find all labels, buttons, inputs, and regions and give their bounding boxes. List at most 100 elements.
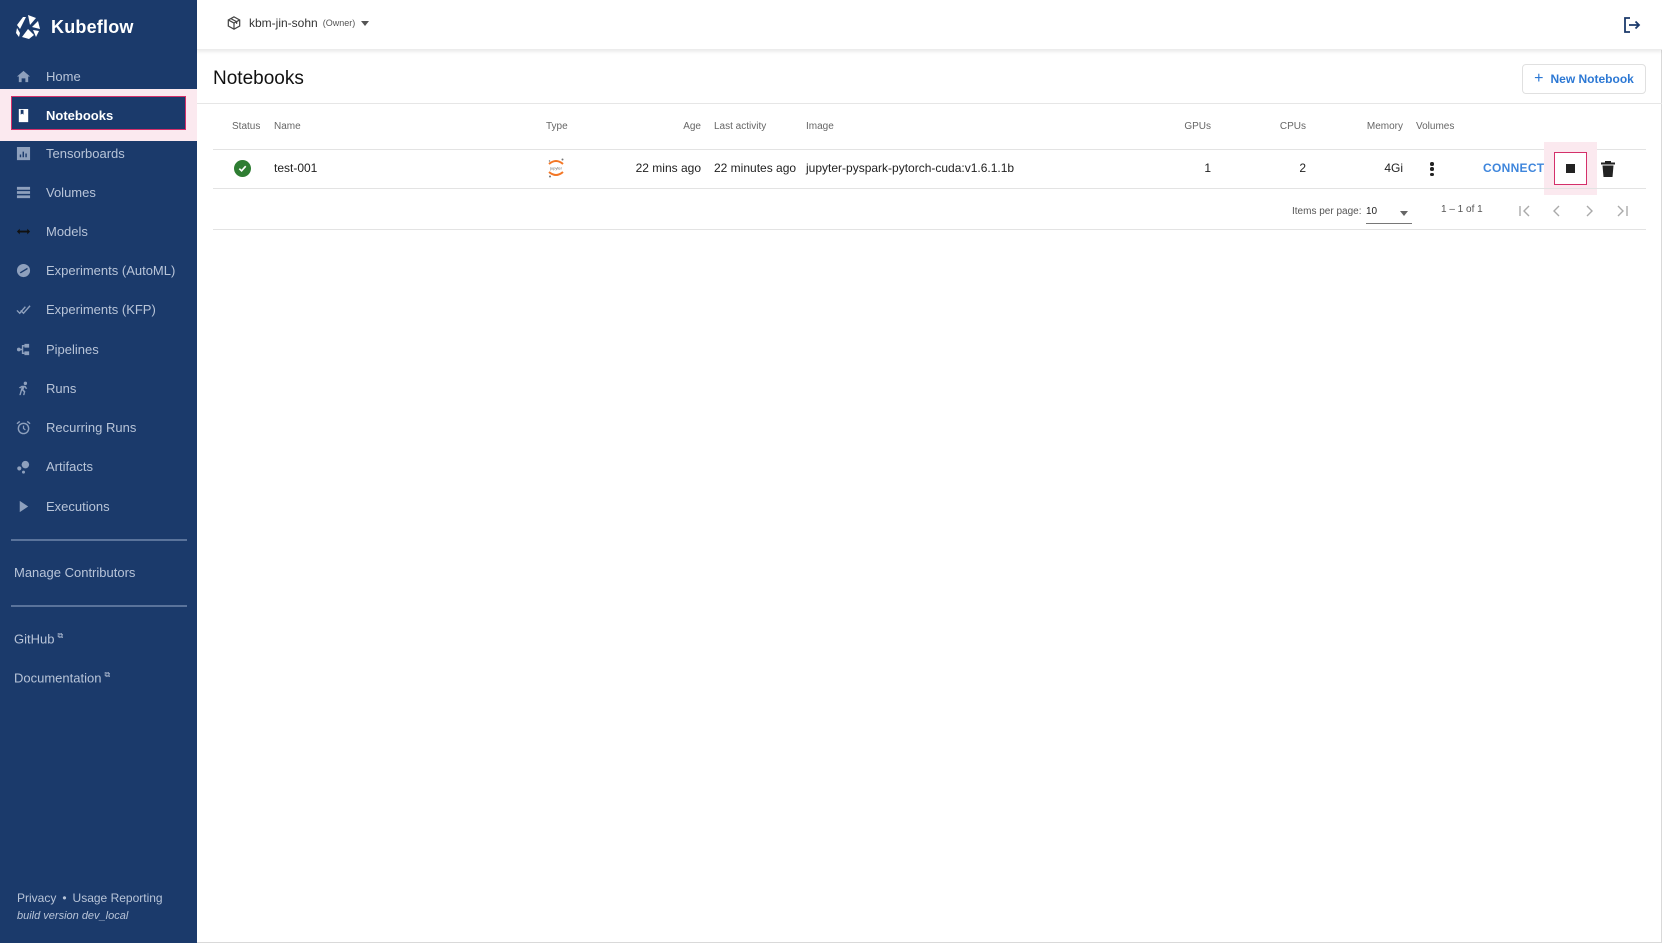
title-divider <box>197 103 1662 104</box>
first-page-icon <box>1519 205 1530 217</box>
separator-dot: • <box>62 891 67 905</box>
notebook-icon <box>15 107 31 123</box>
last-page-button[interactable] <box>1611 200 1633 222</box>
home-icon <box>15 69 31 85</box>
more-vert-icon-dot <box>1430 172 1434 176</box>
sidebar-item-recurring-runs[interactable]: Recurring Runs <box>0 408 197 447</box>
items-per-page-value: 10 <box>1366 206 1378 217</box>
column-header-volumes[interactable]: Volumes <box>1416 121 1454 132</box>
delete-button[interactable] <box>1600 160 1616 178</box>
chevron-right-icon <box>1586 205 1593 217</box>
sidebar-item-executions[interactable]: Executions <box>0 487 197 526</box>
build-version: build version dev_local <box>17 910 129 922</box>
sidebar-item-models[interactable]: Models <box>0 212 197 251</box>
sidebar-item-label: Runs <box>46 381 77 396</box>
column-header-memory[interactable]: Memory <box>1343 121 1403 132</box>
column-header-age[interactable]: Age <box>651 121 701 132</box>
column-header-cpus[interactable]: CPUs <box>1256 121 1306 132</box>
logout-icon <box>1624 17 1641 33</box>
sidebar-item-label: Volumes <box>46 185 96 200</box>
external-link-icon: ⧉ <box>57 631 64 640</box>
column-header-image[interactable]: Image <box>806 121 834 132</box>
next-page-button[interactable] <box>1578 200 1600 222</box>
github-link[interactable]: GitHub ⧉ <box>14 631 63 646</box>
package-icon <box>227 16 241 30</box>
namespace-selector[interactable]: kbm-jin-sohn (Owner) <box>227 16 370 30</box>
volumes-more-button[interactable] <box>1425 159 1439 179</box>
chevron-left-icon <box>1553 205 1560 217</box>
svg-text:jupyter: jupyter <box>549 166 563 171</box>
sidebar-item-runs[interactable]: Runs <box>0 369 197 408</box>
sidebar: Kubeflow Home Notebooks Tensorboards Vol… <box>0 0 197 943</box>
running-person-icon <box>15 381 31 397</box>
sidebar-divider <box>11 605 187 607</box>
notebook-image: jupyter-pyspark-pytorch-cuda:v1.6.1.1b <box>806 161 1015 175</box>
sidebar-item-label: Home <box>46 69 81 84</box>
sidebar-item-label: Models <box>46 224 88 239</box>
table-divider <box>213 149 1646 150</box>
new-notebook-button[interactable]: + New Notebook <box>1522 64 1646 94</box>
notebook-name: test-001 <box>274 161 318 175</box>
connect-button[interactable]: CONNECT <box>1483 161 1544 175</box>
column-header-name[interactable]: Name <box>274 121 301 132</box>
footer-links: Privacy • Usage Reporting <box>17 891 163 905</box>
sidebar-item-label: Experiments (KFP) <box>46 302 156 317</box>
column-header-status[interactable]: Status <box>232 121 260 132</box>
more-vert-icon-dot <box>1430 167 1434 171</box>
page-range: 1 – 1 of 1 <box>1441 204 1483 215</box>
sidebar-divider <box>11 539 187 541</box>
documentation-link[interactable]: Documentation ⧉ <box>14 670 110 685</box>
more-vert-icon <box>1430 162 1434 166</box>
first-page-button[interactable] <box>1514 200 1536 222</box>
column-header-gpus[interactable]: GPUs <box>1161 121 1211 132</box>
sidebar-item-experiments-kfp[interactable]: Experiments (KFP) <box>0 290 197 329</box>
kubeflow-logo-icon <box>16 15 40 39</box>
previous-page-button[interactable] <box>1546 200 1568 222</box>
notebook-memory: 4Gi <box>1384 161 1403 175</box>
column-header-type[interactable]: Type <box>546 121 568 132</box>
sidebar-item-label: Experiments (AutoML) <box>46 263 176 278</box>
kubeflow-logo[interactable]: Kubeflow <box>14 13 134 41</box>
bubbles-icon <box>15 459 31 475</box>
notebook-gpus: 1 <box>1204 161 1211 175</box>
page-title: Notebooks <box>213 68 304 89</box>
app-frame <box>0 0 1662 943</box>
jupyter-icon: jupyter <box>548 158 564 178</box>
telescope-icon <box>15 263 31 279</box>
sidebar-item-tensorboards[interactable]: Tensorboards <box>0 134 197 173</box>
bar-chart-icon <box>15 146 31 162</box>
stop-icon <box>1566 164 1575 173</box>
documentation-link-label: Documentation <box>14 670 102 686</box>
items-per-page-select[interactable]: 10 <box>1366 202 1412 224</box>
sidebar-item-artifacts[interactable]: Artifacts <box>0 447 197 486</box>
top-bar: kbm-jin-sohn (Owner) <box>197 0 1662 50</box>
sidebar-item-label: Artifacts <box>46 459 93 474</box>
code-arrows-icon <box>15 224 31 240</box>
notebook-age: 22 mins ago <box>635 161 701 175</box>
chevron-down-icon <box>1400 211 1408 216</box>
github-link-label: GitHub <box>14 631 55 647</box>
namespace-name: kbm-jin-sohn <box>249 16 318 30</box>
alarm-clock-icon <box>15 420 31 436</box>
sidebar-item-label: Tensorboards <box>46 146 125 161</box>
double-check-icon <box>15 302 31 318</box>
plus-icon: + <box>1534 70 1544 87</box>
items-per-page-label: Items per page: <box>1292 206 1362 217</box>
sidebar-item-label: Notebooks <box>46 108 114 123</box>
stop-button[interactable] <box>1554 152 1587 185</box>
sidebar-item-experiments-automl[interactable]: Experiments (AutoML) <box>0 251 197 290</box>
storage-icon <box>15 185 31 201</box>
pipeline-icon <box>15 342 31 358</box>
sidebar-item-pipelines[interactable]: Pipelines <box>0 330 197 369</box>
new-notebook-label: New Notebook <box>1550 72 1634 86</box>
paginator-divider <box>213 229 1646 230</box>
privacy-link[interactable]: Privacy <box>17 891 56 905</box>
column-header-last-activity[interactable]: Last activity <box>714 121 766 132</box>
logout-button[interactable] <box>1622 15 1642 40</box>
sidebar-item-volumes[interactable]: Volumes <box>0 173 197 212</box>
namespace-role: (Owner) <box>322 18 356 28</box>
external-link-icon: ⧉ <box>104 670 111 679</box>
manage-contributors-link[interactable]: Manage Contributors <box>14 565 135 580</box>
usage-reporting-link[interactable]: Usage Reporting <box>73 891 163 905</box>
table-divider <box>213 188 1646 189</box>
